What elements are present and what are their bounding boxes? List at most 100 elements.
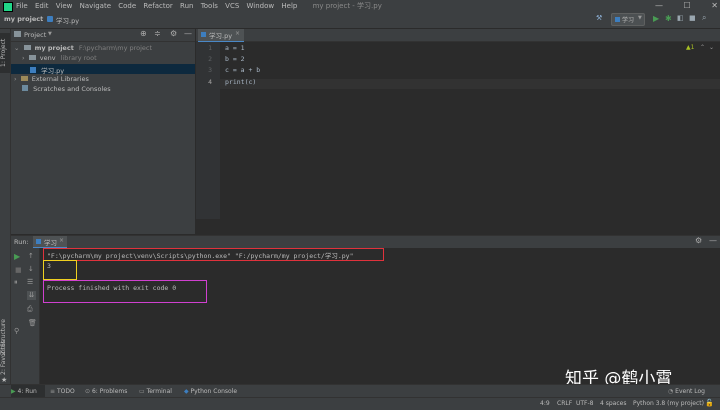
- list-icon: ≡: [50, 388, 56, 395]
- scroll-to-end-icon[interactable]: ⇊: [27, 291, 36, 300]
- close-icon[interactable]: ×: [235, 30, 240, 37]
- menu-view[interactable]: View: [56, 0, 73, 12]
- inspection-ok-icon[interactable]: ▲1: [686, 44, 694, 51]
- python-file-icon: [36, 239, 41, 244]
- rerun-icon[interactable]: ▶: [14, 252, 20, 261]
- editor-tabs: 学习.py ×: [196, 29, 720, 43]
- arrow-up-icon[interactable]: ↑: [28, 252, 34, 260]
- coverage-icon[interactable]: ◧: [677, 14, 684, 22]
- window-title: my project - 学习.py: [312, 2, 382, 10]
- tree-item-hint: library root: [60, 54, 97, 62]
- caret-position[interactable]: 4:9: [540, 400, 550, 407]
- stop-icon[interactable]: ■: [689, 14, 696, 22]
- hammer-icon[interactable]: ⚒: [596, 14, 608, 24]
- chevron-right-icon: ›: [14, 75, 17, 83]
- python-file-icon: [201, 32, 206, 37]
- run-config-select[interactable]: 学习 ▼: [611, 13, 645, 26]
- status-bar: 4:9 CRLF UTF-8 4 spaces Python 3.8 (my p…: [0, 397, 720, 410]
- arrow-down-icon[interactable]: ↓: [28, 265, 34, 273]
- favorites-tool-tab[interactable]: 2: Favorites: [0, 340, 10, 376]
- project-panel-title[interactable]: Project: [24, 31, 46, 39]
- close-icon[interactable]: ✕: [711, 1, 718, 10]
- maximize-icon[interactable]: ☐: [684, 1, 691, 10]
- breadcrumb-file[interactable]: 学习.py: [56, 15, 79, 25]
- debug-icon[interactable]: ✱: [665, 14, 672, 23]
- menu-file[interactable]: File: [16, 0, 28, 12]
- gear-icon[interactable]: ⚙: [170, 29, 177, 38]
- python-file-icon: [615, 17, 620, 22]
- editor-tab-study[interactable]: 学习.py ×: [198, 29, 244, 43]
- current-line-highlight: [220, 79, 720, 89]
- line-number: 3: [208, 66, 212, 74]
- code-line: print(c): [225, 78, 257, 86]
- menu-bar: File Edit View Navigate Code Refactor Ru…: [0, 0, 720, 12]
- search-everywhere-icon[interactable]: ⌕: [702, 13, 706, 23]
- indent-setting[interactable]: 4 spaces: [600, 400, 626, 407]
- tree-item-study-file[interactable]: 学习.py: [30, 65, 64, 75]
- menu-window[interactable]: Window: [247, 0, 275, 12]
- lock-icon[interactable]: 🔓: [705, 399, 714, 407]
- line-separator[interactable]: CRLF: [557, 400, 572, 407]
- run-panel-header: Run: 学习 × ⚙ —: [11, 235, 720, 249]
- run-config-label: 学习: [622, 17, 635, 24]
- tool-tab-label: 4: Run: [17, 388, 37, 395]
- close-icon[interactable]: ×: [59, 237, 64, 244]
- soft-wrap-icon[interactable]: ☰: [27, 278, 33, 286]
- file-encoding[interactable]: UTF-8: [576, 400, 594, 407]
- run-tab-label: 学习: [44, 239, 57, 247]
- python-file-icon: [47, 16, 53, 22]
- tool-tab-label: TODO: [56, 388, 75, 395]
- menu-navigate[interactable]: Navigate: [80, 0, 111, 12]
- pin-icon[interactable]: ⚲: [14, 327, 19, 335]
- chevron-up-icon[interactable]: ⌃: [700, 44, 705, 51]
- tree-item-venv[interactable]: › venv library root: [22, 54, 97, 62]
- line-number: 2: [208, 55, 212, 63]
- tree-item-label: External Libraries: [31, 75, 89, 83]
- pause-icon[interactable]: ⏸: [14, 278, 18, 287]
- hide-panel-icon[interactable]: —: [709, 236, 717, 245]
- tree-item-scratches[interactable]: Scratches and Consoles: [22, 85, 111, 93]
- hide-panel-icon[interactable]: —: [184, 29, 192, 38]
- minimize-icon[interactable]: —: [655, 1, 663, 10]
- chevron-right-icon: ›: [22, 54, 25, 62]
- window-controls: — ☐ ✕: [655, 0, 718, 12]
- run-icon: ▶: [11, 388, 16, 395]
- folder-icon: [23, 45, 31, 50]
- editor[interactable]: [220, 42, 720, 219]
- scratches-icon: [22, 85, 28, 91]
- highlight-box-magenta: [43, 280, 207, 303]
- project-tool-tab[interactable]: 1: Project: [0, 33, 10, 73]
- chevron-down-icon[interactable]: ⌄: [709, 44, 714, 51]
- chevron-down-icon: ▼: [638, 15, 642, 21]
- menu-help[interactable]: Help: [281, 0, 297, 12]
- tool-tab-label: 6: Problems: [91, 388, 128, 395]
- print-icon[interactable]: ⎙: [27, 305, 33, 314]
- stop-icon[interactable]: ■: [15, 266, 22, 274]
- menu-edit[interactable]: Edit: [35, 0, 49, 12]
- menu-tools[interactable]: Tools: [201, 0, 218, 12]
- tree-item-my-project[interactable]: ⌄ my project F:\pycharm\my project: [14, 44, 152, 52]
- menu-run[interactable]: Run: [180, 0, 193, 12]
- collapse-all-icon[interactable]: ≑: [154, 29, 161, 38]
- code-line: b = 2: [225, 55, 245, 63]
- event-log-label: Event Log: [675, 388, 705, 395]
- chevron-down-icon[interactable]: ▼: [48, 31, 52, 37]
- gear-icon[interactable]: ⚙: [695, 236, 702, 245]
- tree-item-external-libraries[interactable]: › External Libraries: [14, 75, 89, 83]
- editor-tab-label: 学习.py: [209, 32, 233, 40]
- line-number: 4: [208, 78, 212, 86]
- favorites-area: 2: Favorites ★: [0, 340, 10, 384]
- breadcrumb-project[interactable]: my project: [4, 15, 43, 23]
- trash-icon[interactable]: 🗑: [28, 319, 37, 327]
- tree-item-label: my project: [34, 44, 74, 52]
- menu-refactor[interactable]: Refactor: [143, 0, 172, 12]
- menu-vcs[interactable]: VCS: [225, 0, 239, 12]
- menu-code[interactable]: Code: [118, 0, 136, 12]
- python-file-icon: [30, 67, 36, 73]
- interpreter-setting[interactable]: Python 3.8 (my project): [633, 400, 704, 407]
- breadcrumb-separator: ›: [40, 15, 43, 23]
- highlight-box-yellow: [43, 260, 77, 280]
- locate-file-icon[interactable]: ⊕: [140, 29, 147, 38]
- run-button[interactable]: ▶: [653, 14, 659, 23]
- terminal-icon: ▭: [139, 388, 145, 395]
